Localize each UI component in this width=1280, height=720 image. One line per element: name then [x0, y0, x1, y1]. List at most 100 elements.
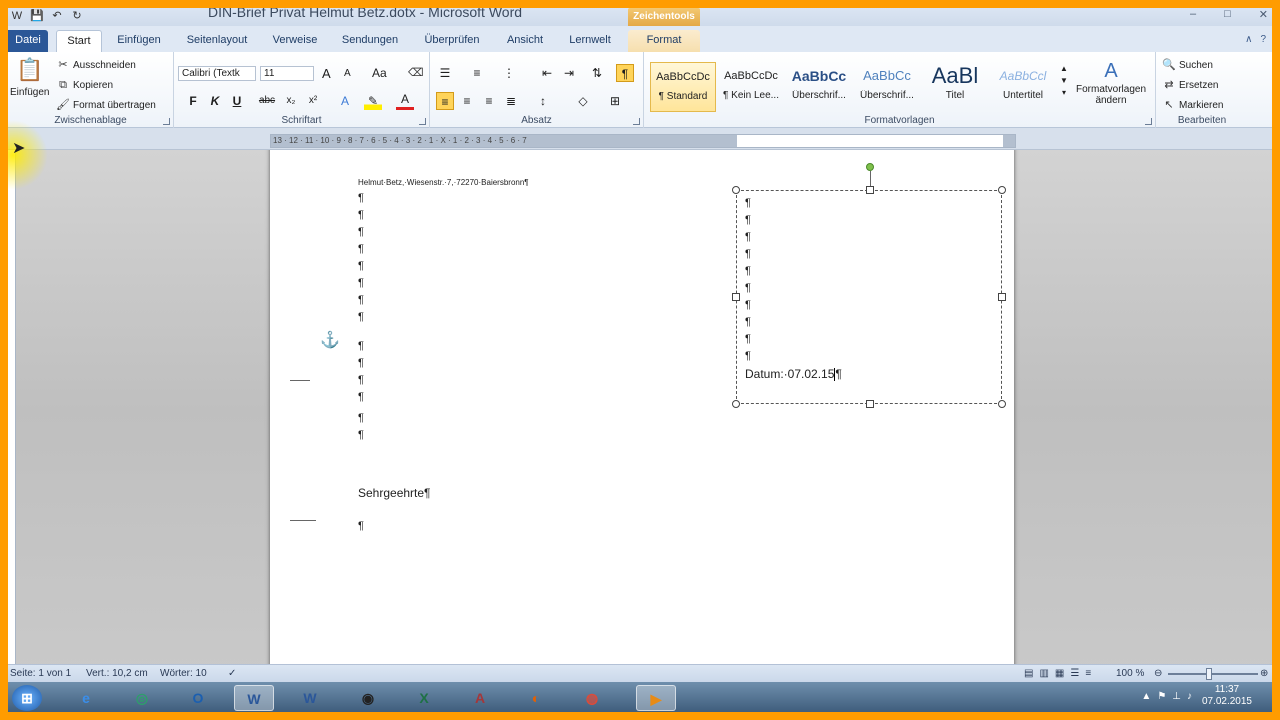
minimize-button[interactable]: – [1190, 8, 1196, 21]
highlight-icon[interactable]: ✎ [364, 92, 382, 110]
recorder-icon[interactable]: ▶ [636, 685, 676, 711]
copy-button[interactable]: ⧉ Kopieren [56, 78, 113, 92]
style-standard[interactable]: AaBbCcDc ¶ Standard [650, 62, 716, 112]
shrink-font-button[interactable]: A [344, 68, 351, 79]
resize-handle-top-left[interactable] [732, 186, 740, 194]
minimize-ribbon-icon[interactable]: ∧ [1245, 34, 1252, 45]
date-text-box[interactable]: ¶ ¶ ¶ ¶ ¶ ¶ ¶ ¶ ¶ ¶ Datum:·07.02.15¶ [732, 163, 1006, 408]
vertical-ruler[interactable] [8, 150, 16, 672]
tab-ueberpruefen[interactable]: Überprüfen [414, 30, 490, 52]
zoom-out-icon[interactable]: ⊖ [1154, 668, 1162, 679]
align-left-icon[interactable]: ≡ [436, 92, 454, 110]
sender-line[interactable]: Helmut·Betz,·Wiesenstr.·7,·72270·Baiersb… [358, 178, 529, 187]
tray-arrow-icon[interactable]: ▲ [1141, 691, 1151, 702]
zoom-in-icon[interactable]: ⊕ [1260, 668, 1268, 679]
bold-button[interactable]: F [184, 92, 202, 110]
flag-icon[interactable]: ⚑ [1157, 691, 1166, 702]
greeting-line[interactable]: Sehrgeehrte¶ [358, 486, 431, 500]
font-color-button[interactable]: A [396, 92, 414, 110]
zoom-slider[interactable] [1168, 668, 1258, 680]
proofing-icon[interactable]: ✓ [228, 668, 236, 679]
line-spacing-icon[interactable]: ↕ [534, 92, 552, 110]
status-word-count[interactable]: Wörter: 10 [160, 668, 207, 679]
app-icon-green[interactable]: ◎ [122, 685, 162, 711]
cut-button[interactable]: ✂ Ausschneiden [56, 58, 135, 72]
full-screen-reading-icon[interactable]: ▥ [1039, 668, 1048, 679]
multilevel-list-icon[interactable]: ⋮ [500, 64, 518, 82]
help-icon[interactable]: ? [1260, 34, 1266, 45]
show-formatting-marks-button[interactable]: ¶ [616, 64, 634, 82]
outlook-icon[interactable]: O [178, 685, 218, 711]
firefox-icon[interactable]: ◐ [516, 685, 556, 711]
tab-seitenlayout[interactable]: Seitenlayout [178, 30, 256, 52]
document-page[interactable]: Helmut·Betz,·Wiesenstr.·7,·72270·Baiersb… [270, 150, 1014, 672]
replace-button[interactable]: ⇄ Ersetzen [1162, 78, 1218, 92]
excel-icon[interactable]: X [404, 685, 444, 711]
rotation-handle[interactable] [866, 163, 874, 171]
tab-lernwelt[interactable]: Lernwelt [560, 30, 620, 52]
horizontal-ruler[interactable]: 13 · 12 · 11 · 10 · 9 · 8 · 7 · 6 · 5 · … [270, 134, 1016, 148]
change-styles-button[interactable]: A Formatvorlagen ändern [1076, 58, 1146, 106]
select-button[interactable]: ↖ Markieren [1162, 98, 1223, 112]
save-icon[interactable]: 💾 [30, 9, 44, 23]
word-doc-taskbar-icon[interactable]: W [290, 685, 330, 711]
tab-start[interactable]: Start [56, 30, 102, 52]
redo-icon[interactable]: ↻ [70, 9, 84, 23]
style-heading-1[interactable]: AaBbCc Überschrif... [786, 62, 852, 112]
resize-handle-right[interactable] [998, 293, 1006, 301]
underline-button[interactable]: U [228, 92, 246, 110]
paste-button[interactable]: 📋 Einfügen [10, 56, 49, 98]
format-painter-button[interactable]: 🖌 Format übertragen [56, 98, 156, 112]
font-dialog-launcher[interactable] [419, 118, 426, 125]
clipboard-dialog-launcher[interactable] [163, 118, 170, 125]
clear-formatting-button[interactable]: ⌫ [408, 66, 424, 80]
undo-icon[interactable]: ↶ [50, 9, 64, 23]
borders-icon[interactable]: ⊞ [606, 92, 624, 110]
shading-icon[interactable]: ◇ [574, 92, 592, 110]
font-size-dropdown[interactable]: 11 [260, 66, 314, 81]
chrome-icon[interactable]: ◍ [572, 685, 612, 711]
italic-button[interactable]: K [206, 92, 224, 110]
subscript-button[interactable]: x₂ [282, 92, 300, 110]
print-layout-icon[interactable]: ▤ [1024, 668, 1033, 679]
style-no-spacing[interactable]: AaBbCcDc ¶ Kein Lee... [718, 62, 784, 112]
app-icon-dark[interactable]: ◉ [348, 685, 388, 711]
resize-handle-bottom-left[interactable] [732, 400, 740, 408]
outline-icon[interactable]: ☰ [1070, 668, 1079, 679]
text-effects-icon[interactable]: A [336, 92, 354, 110]
word-app-icon[interactable]: W [10, 9, 24, 23]
tab-ansicht[interactable]: Ansicht [498, 30, 552, 52]
network-icon[interactable]: ⊥ [1172, 691, 1181, 702]
draft-icon[interactable]: ≡ [1085, 668, 1091, 679]
volume-icon[interactable]: ♪ [1187, 691, 1192, 702]
bullets-icon[interactable]: ☰ [436, 64, 454, 82]
close-button[interactable]: ✕ [1259, 8, 1268, 21]
internet-explorer-icon[interactable]: e [66, 685, 106, 711]
zoom-slider-knob[interactable] [1206, 668, 1212, 680]
align-right-icon[interactable]: ≡ [480, 92, 498, 110]
word-taskbar-icon[interactable]: W [234, 685, 274, 711]
paragraph-dialog-launcher[interactable] [633, 118, 640, 125]
change-case-button[interactable]: Aa [372, 66, 387, 80]
resize-handle-bottom[interactable] [866, 400, 874, 408]
access-icon[interactable]: A [460, 685, 500, 711]
system-clock[interactable]: 11:37 07.02.2015 [1202, 684, 1252, 708]
resize-handle-bottom-right[interactable] [998, 400, 1006, 408]
style-heading-2[interactable]: AaBbCc Überschrif... [854, 62, 920, 112]
sort-icon[interactable]: ⇅ [588, 64, 606, 82]
resize-handle-top-right[interactable] [998, 186, 1006, 194]
zoom-level[interactable]: 100 % [1116, 668, 1144, 679]
decrease-indent-icon[interactable]: ⇤ [538, 64, 556, 82]
start-button-icon[interactable]: ⊞ [12, 685, 42, 711]
increase-indent-icon[interactable]: ⇥ [560, 64, 578, 82]
superscript-button[interactable]: x² [304, 92, 322, 110]
web-layout-icon[interactable]: ▦ [1055, 668, 1064, 679]
find-button[interactable]: 🔍 Suchen [1162, 58, 1213, 72]
tab-sendungen[interactable]: Sendungen [334, 30, 406, 52]
status-page[interactable]: Seite: 1 von 1 [10, 668, 71, 679]
justify-icon[interactable]: ≣ [502, 92, 520, 110]
tab-einfuegen[interactable]: Einfügen [108, 30, 170, 52]
align-center-icon[interactable]: ≡ [458, 92, 476, 110]
status-vertical-position[interactable]: Vert.: 10,2 cm [86, 668, 148, 679]
tab-format[interactable]: Format [628, 30, 700, 52]
